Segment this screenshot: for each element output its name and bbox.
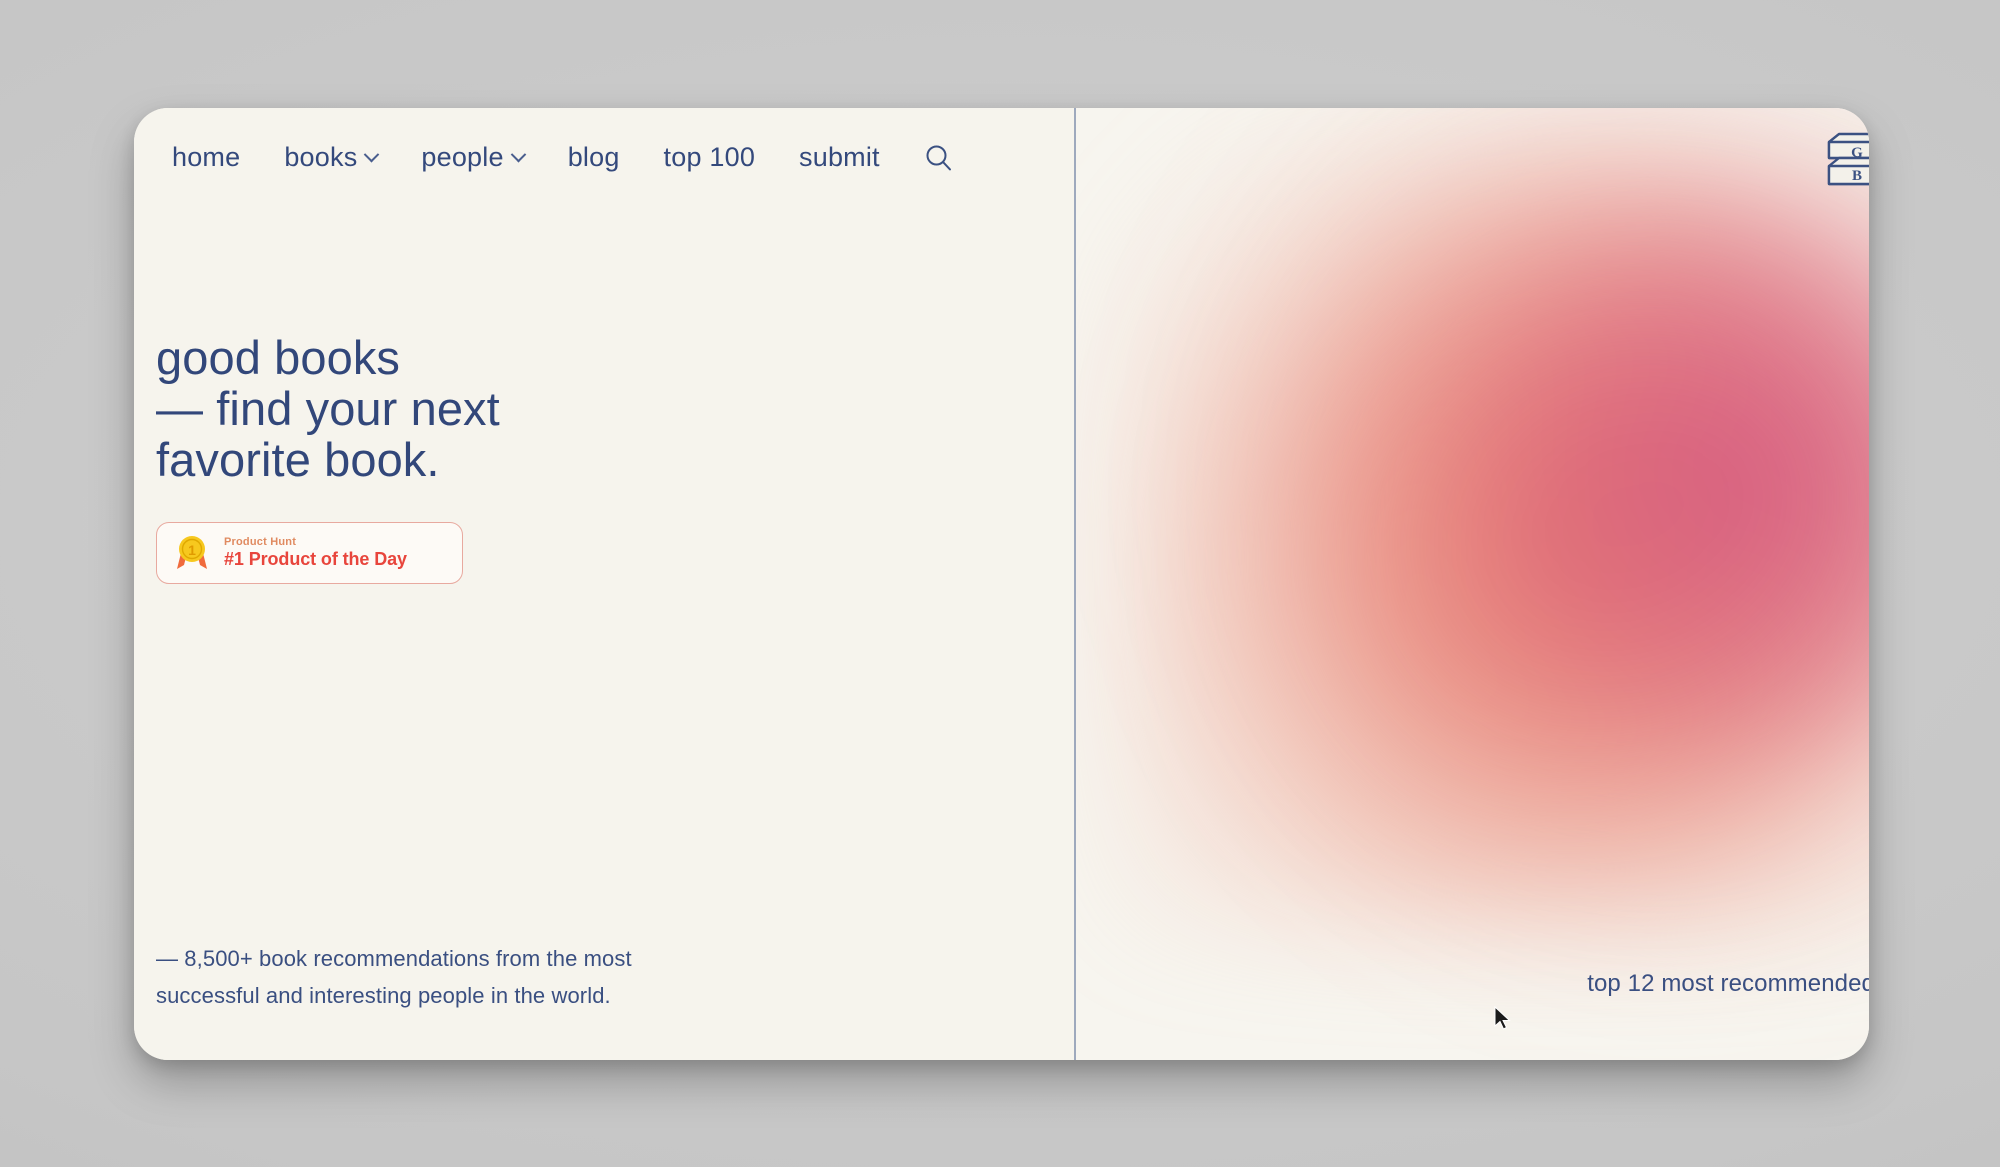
book-stack-logo-icon: G B	[1827, 132, 1869, 186]
badge-eyebrow: Product Hunt	[224, 536, 297, 549]
badge-title: #1 Product of the Day	[224, 548, 407, 569]
product-hunt-badge[interactable]: 1 Product Hunt #1 Product of the Day	[156, 522, 463, 584]
nav-item-label: blog	[567, 142, 620, 172]
blurb-line-1: — 8,500+ book recommendations from the m…	[156, 946, 632, 972]
site-card: top 12 most recommended home books peopl…	[134, 108, 1869, 1060]
nav-item-label: home	[172, 142, 241, 172]
nav-item-home[interactable]: home	[150, 136, 262, 179]
chevron-down-icon	[364, 146, 380, 163]
nav-item-label: top 100	[663, 142, 756, 172]
pane-divider	[1074, 108, 1076, 1060]
nav-item-people[interactable]: people	[399, 136, 545, 179]
hero-line-3: favorite book.	[156, 433, 440, 487]
nav-item-label: books	[284, 142, 358, 172]
logo-letter-g: G	[1851, 145, 1863, 161]
logo-letter-b: B	[1852, 168, 1862, 184]
medal-icon: 1	[177, 536, 207, 569]
hero-blurb: — 8,500+ book recommendations from the m…	[156, 941, 632, 1014]
hero-heading: good books — find your next favorite boo…	[156, 332, 500, 486]
site-logo[interactable]: G B	[1819, 128, 1869, 207]
hero-line-1: good books	[156, 331, 401, 384]
nav-item-submit[interactable]: submit	[777, 136, 902, 179]
nav-item-blog[interactable]: blog	[546, 136, 642, 179]
hero-line-2: — find your next	[156, 382, 500, 436]
chevron-down-icon	[510, 146, 526, 163]
search-icon	[926, 145, 951, 170]
search-button[interactable]	[902, 137, 976, 179]
nav-item-label: submit	[799, 142, 880, 172]
top-12-caption[interactable]: top 12 most recommended	[1587, 970, 1869, 998]
medal-number: 1	[188, 542, 196, 558]
main-nav: home books people blog top 100 submit	[150, 136, 976, 179]
right-pane: top 12 most recommended	[1075, 108, 1869, 1060]
nav-item-label: people	[421, 142, 504, 172]
nav-item-books[interactable]: books	[262, 136, 399, 179]
blurb-line-2: successful and interesting people in the…	[156, 982, 611, 1008]
left-pane: home books people blog top 100 submit go…	[134, 108, 1075, 1060]
nav-item-top-100[interactable]: top 100	[642, 136, 777, 179]
gradient-blob	[1115, 138, 1869, 928]
